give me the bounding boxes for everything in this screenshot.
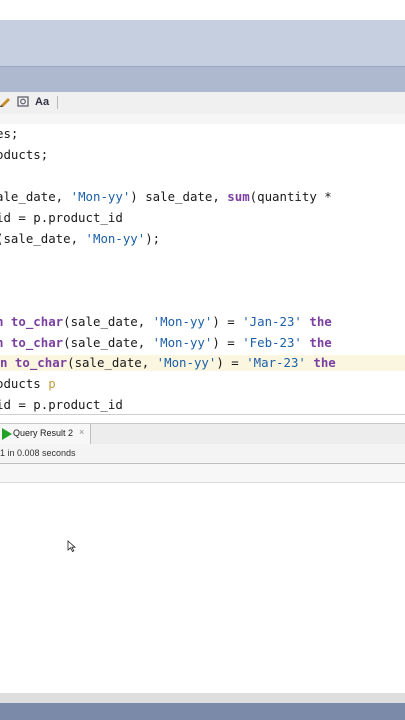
- mouse-cursor-icon: [67, 540, 77, 552]
- taskbar: [0, 703, 405, 720]
- tab-label: Query Result 2: [13, 428, 74, 438]
- sql-editor[interactable]: es; oducts; ale_date, 'Mon-yy') sale_dat…: [0, 124, 405, 415]
- code-line: ale_date, 'Mon-yy') sale_date, sum(quant…: [0, 189, 332, 204]
- code-line: n to_char(sale_date, 'Mon-yy') = 'Feb-23…: [0, 335, 332, 350]
- fetch-status: 1 in 0.008 seconds: [0, 448, 76, 458]
- results-grid-header: [0, 464, 405, 483]
- format-icon[interactable]: Aa: [35, 95, 49, 109]
- top-margin: [0, 0, 405, 20]
- code-line: es;: [0, 126, 19, 141]
- editor-toolbar: Aa: [0, 92, 405, 115]
- close-icon[interactable]: ×: [79, 427, 84, 437]
- code-line: (sale_date, 'Mon-yy');: [0, 231, 161, 246]
- code-line: oducts p: [0, 376, 56, 391]
- toolbar-separator: [57, 96, 58, 109]
- run-icon: [2, 428, 12, 440]
- window-title-bar: [0, 20, 405, 66]
- clear-icon[interactable]: [16, 95, 30, 109]
- code-line: id = p.product_id: [0, 397, 123, 412]
- tab-query-result-2[interactable]: Query Result 2 ×: [0, 424, 91, 444]
- results-tab-strip: Query Result 2 ×: [0, 423, 405, 445]
- pencil-icon[interactable]: [0, 95, 12, 109]
- code-line: n to_char(sale_date, 'Mon-yy') = 'Jan-23…: [0, 314, 332, 329]
- bottom-border: [0, 693, 405, 703]
- code-line: id = p.product_id: [0, 210, 123, 225]
- code-line: oducts;: [0, 147, 49, 162]
- results-status-bar: 1 in 0.008 seconds: [0, 444, 405, 464]
- menu-area: [0, 66, 405, 93]
- code-line-current: n to_char(sale_date, 'Mon-yy') = 'Mar-23…: [0, 355, 405, 371]
